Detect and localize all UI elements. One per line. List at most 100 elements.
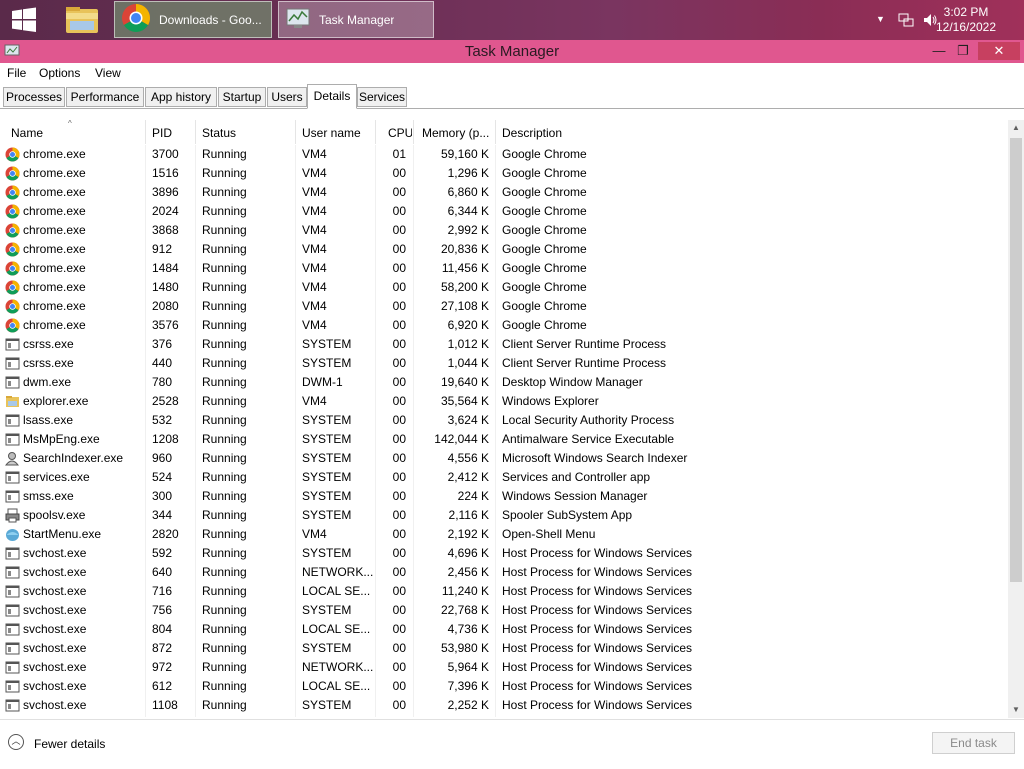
table-row[interactable]: chrome.exe 2024 Running VM4 00 6,344 K G… xyxy=(0,202,1008,221)
table-row[interactable]: chrome.exe 3700 Running VM4 01 59,160 K … xyxy=(0,145,1008,164)
table-row[interactable]: svchost.exe 872 Running SYSTEM 00 53,980… xyxy=(0,639,1008,658)
column-header-status[interactable]: Status xyxy=(202,126,292,140)
table-row[interactable]: svchost.exe 640 Running NETWORK... 00 2,… xyxy=(0,563,1008,582)
table-row[interactable]: chrome.exe 1516 Running VM4 00 1,296 K G… xyxy=(0,164,1008,183)
clock[interactable]: 3:02 PM 12/16/2022 xyxy=(926,5,1006,45)
process-status: Running xyxy=(202,356,247,370)
process-name: chrome.exe xyxy=(23,185,86,199)
scroll-thumb[interactable] xyxy=(1010,138,1022,582)
process-pid: 2024 xyxy=(152,204,179,218)
process-memory: 2,116 K xyxy=(448,508,489,522)
process-status: Running xyxy=(202,166,247,180)
table-row[interactable]: explorer.exe 2528 Running VM4 00 35,564 … xyxy=(0,392,1008,411)
table-row[interactable]: chrome.exe 3868 Running VM4 00 2,992 K G… xyxy=(0,221,1008,240)
column-header-cpu[interactable]: CPU xyxy=(388,126,412,140)
menu-bar: File Options View xyxy=(0,63,1024,83)
process-user: VM4 xyxy=(302,261,327,275)
table-row[interactable]: services.exe 524 Running SYSTEM 00 2,412… xyxy=(0,468,1008,487)
process-description: Google Chrome xyxy=(502,299,587,313)
column-header-memory[interactable]: Memory (p... xyxy=(422,126,494,140)
application-window-icon xyxy=(5,413,20,428)
table-row[interactable]: svchost.exe 612 Running LOCAL SE... 00 7… xyxy=(0,677,1008,696)
process-memory: 1,044 K xyxy=(447,356,489,370)
table-row[interactable]: smss.exe 300 Running SYSTEM 00 224 K Win… xyxy=(0,487,1008,506)
column-header-pid[interactable]: PID xyxy=(152,126,192,140)
table-row[interactable]: svchost.exe 716 Running LOCAL SE... 00 1… xyxy=(0,582,1008,601)
file-explorer-icon[interactable] xyxy=(60,3,104,37)
table-row[interactable]: chrome.exe 1484 Running VM4 00 11,456 K … xyxy=(0,259,1008,278)
column-header-user-name[interactable]: User name xyxy=(302,126,374,140)
tab-performance[interactable]: Performance xyxy=(66,87,144,107)
process-memory: 4,696 K xyxy=(447,546,489,560)
application-window-icon xyxy=(5,565,20,580)
process-pid: 532 xyxy=(152,413,173,427)
tab-app-history[interactable]: App history xyxy=(145,87,217,107)
process-name: SearchIndexer.exe xyxy=(23,451,124,465)
menu-view[interactable]: View xyxy=(95,66,121,80)
table-row[interactable]: StartMenu.exe 2820 Running VM4 00 2,192 … xyxy=(0,525,1008,544)
taskbar-chrome-button[interactable]: Downloads - Goo... xyxy=(114,1,272,38)
table-row[interactable]: svchost.exe 756 Running SYSTEM 00 22,768… xyxy=(0,601,1008,620)
table-row[interactable]: SearchIndexer.exe 960 Running SYSTEM 00 … xyxy=(0,449,1008,468)
table-row[interactable]: svchost.exe 804 Running LOCAL SE... 00 4… xyxy=(0,620,1008,639)
chevron-up-icon[interactable]: ︿ xyxy=(8,734,24,750)
process-status: Running xyxy=(202,565,247,579)
process-status: Running xyxy=(202,318,247,332)
table-row[interactable]: lsass.exe 532 Running SYSTEM 00 3,624 K … xyxy=(0,411,1008,430)
table-row[interactable]: chrome.exe 912 Running VM4 00 20,836 K G… xyxy=(0,240,1008,259)
menu-file[interactable]: File xyxy=(7,66,26,80)
chrome-icon xyxy=(5,185,20,200)
fewer-details-link[interactable]: Fewer details xyxy=(34,737,105,751)
menu-options[interactable]: Options xyxy=(39,66,80,80)
table-row[interactable]: csrss.exe 376 Running SYSTEM 00 1,012 K … xyxy=(0,335,1008,354)
process-status: Running xyxy=(202,299,247,313)
process-pid: 960 xyxy=(152,451,173,465)
end-task-button[interactable]: End task xyxy=(932,732,1015,754)
process-description: Host Process for Windows Services xyxy=(502,641,693,655)
process-user: VM4 xyxy=(302,185,327,199)
process-cpu: 00 xyxy=(392,622,406,636)
taskbar-taskmanager-button[interactable]: Task Manager xyxy=(278,1,434,38)
process-pid: 3700 xyxy=(152,147,179,161)
table-row[interactable]: csrss.exe 440 Running SYSTEM 00 1,044 K … xyxy=(0,354,1008,373)
table-row[interactable]: chrome.exe 3896 Running VM4 00 6,860 K G… xyxy=(0,183,1008,202)
tab-services[interactable]: Services xyxy=(357,87,407,107)
table-row[interactable]: svchost.exe 1108 Running SYSTEM 00 2,252… xyxy=(0,696,1008,715)
table-row[interactable]: chrome.exe 1480 Running VM4 00 58,200 K … xyxy=(0,278,1008,297)
table-row[interactable]: chrome.exe 2080 Running VM4 00 27,108 K … xyxy=(0,297,1008,316)
vertical-scrollbar[interactable]: ▲ ▼ xyxy=(1008,120,1024,718)
tab-details[interactable]: Details xyxy=(307,84,357,109)
column-header-name[interactable]: Name xyxy=(11,126,141,140)
clock-time: 3:02 PM xyxy=(943,5,989,19)
window-titlebar[interactable]: Task Manager — ❐ ✕ xyxy=(0,40,1024,63)
process-cpu: 00 xyxy=(392,679,406,693)
process-name: svchost.exe xyxy=(23,660,87,674)
close-button[interactable]: ✕ xyxy=(978,42,1020,60)
process-memory: 142,044 K xyxy=(434,432,489,446)
process-cpu: 00 xyxy=(392,299,406,313)
scroll-up-arrow-icon[interactable]: ▲ xyxy=(1008,120,1024,136)
process-cpu: 00 xyxy=(392,204,406,218)
process-name: spoolsv.exe xyxy=(23,508,86,522)
table-row[interactable]: dwm.exe 780 Running DWM-1 00 19,640 K De… xyxy=(0,373,1008,392)
process-user: VM4 xyxy=(302,299,327,313)
table-row[interactable]: spoolsv.exe 344 Running SYSTEM 00 2,116 … xyxy=(0,506,1008,525)
column-header-description[interactable]: Description xyxy=(502,126,702,140)
process-name: chrome.exe xyxy=(23,204,86,218)
process-memory: 11,240 K xyxy=(441,584,489,598)
process-status: Running xyxy=(202,451,247,465)
application-window-icon xyxy=(5,546,20,561)
tab-users[interactable]: Users xyxy=(267,87,307,107)
maximize-button[interactable]: ❐ xyxy=(950,42,976,60)
minimize-button[interactable]: — xyxy=(926,42,952,60)
tab-processes[interactable]: Processes xyxy=(3,87,65,107)
process-cpu: 00 xyxy=(392,508,406,522)
process-cpu: 01 xyxy=(392,147,406,161)
scroll-down-arrow-icon[interactable]: ▼ xyxy=(1008,702,1024,718)
table-row[interactable]: MsMpEng.exe 1208 Running SYSTEM 00 142,0… xyxy=(0,430,1008,449)
table-row[interactable]: svchost.exe 592 Running SYSTEM 00 4,696 … xyxy=(0,544,1008,563)
tab-startup[interactable]: Startup xyxy=(218,87,266,107)
table-row[interactable]: svchost.exe 972 Running NETWORK... 00 5,… xyxy=(0,658,1008,677)
windows-start-icon[interactable] xyxy=(8,6,40,34)
table-row[interactable]: chrome.exe 3576 Running VM4 00 6,920 K G… xyxy=(0,316,1008,335)
